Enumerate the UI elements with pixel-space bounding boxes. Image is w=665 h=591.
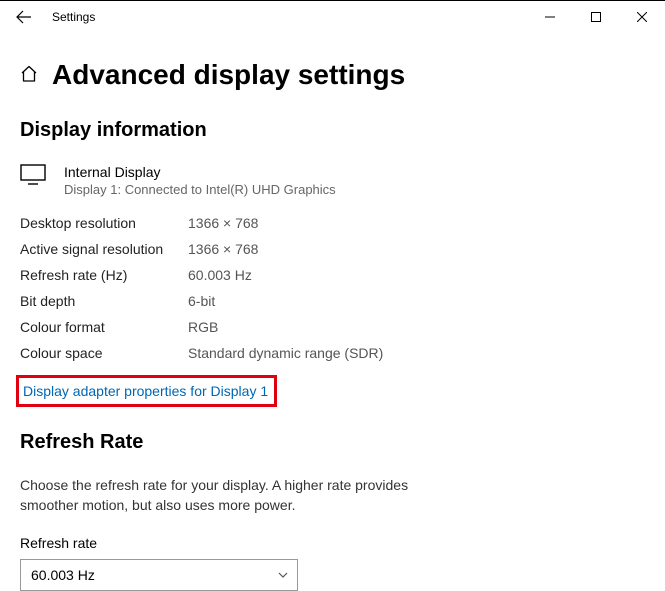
spec-label: Colour format <box>20 319 188 335</box>
arrow-left-icon <box>16 9 32 25</box>
refresh-rate-dropdown[interactable]: 60.003 Hz <box>20 559 298 591</box>
maximize-icon <box>591 12 601 22</box>
display-info-heading: Display information <box>20 119 645 142</box>
back-button[interactable] <box>14 7 34 27</box>
app-title: Settings <box>52 10 95 24</box>
spec-value: 6-bit <box>188 293 645 309</box>
spec-label: Refresh rate (Hz) <box>20 267 188 283</box>
display-adapter-link[interactable]: Display adapter properties for Display 1 <box>23 383 268 399</box>
spec-value: 1366 × 768 <box>188 241 645 257</box>
display-connection: Display 1: Connected to Intel(R) UHD Gra… <box>64 182 336 197</box>
close-button[interactable] <box>619 1 665 33</box>
display-name: Internal Display <box>64 164 336 180</box>
spec-label: Desktop resolution <box>20 215 188 231</box>
minimize-icon <box>545 12 555 22</box>
spec-label: Colour space <box>20 345 188 361</box>
spec-value: 1366 × 768 <box>188 215 645 231</box>
spec-label: Bit depth <box>20 293 188 309</box>
spec-grid: Desktop resolution 1366 × 768 Active sig… <box>20 215 645 361</box>
spec-value: 60.003 Hz <box>188 267 645 283</box>
spec-value: Standard dynamic range (SDR) <box>188 345 645 361</box>
display-text: Internal Display Display 1: Connected to… <box>64 164 336 197</box>
spec-value: RGB <box>188 319 645 335</box>
display-identity: Internal Display Display 1: Connected to… <box>20 164 645 197</box>
refresh-rate-field-label: Refresh rate <box>20 535 645 551</box>
page-title: Advanced display settings <box>52 59 405 91</box>
titlebar: Settings <box>0 1 665 33</box>
maximize-button[interactable] <box>573 1 619 33</box>
adapter-link-highlight: Display adapter properties for Display 1 <box>16 375 277 407</box>
window-controls <box>527 1 665 33</box>
titlebar-left: Settings <box>0 7 95 27</box>
refresh-rate-heading: Refresh Rate <box>20 431 645 454</box>
page-header: Advanced display settings <box>20 59 645 91</box>
spec-label: Active signal resolution <box>20 241 188 257</box>
refresh-rate-selected: 60.003 Hz <box>31 567 95 583</box>
close-icon <box>637 12 647 22</box>
refresh-rate-description: Choose the refresh rate for your display… <box>20 476 420 515</box>
monitor-icon <box>20 164 46 197</box>
home-icon[interactable] <box>20 65 38 86</box>
content-area: Advanced display settings Display inform… <box>0 59 665 591</box>
minimize-button[interactable] <box>527 1 573 33</box>
